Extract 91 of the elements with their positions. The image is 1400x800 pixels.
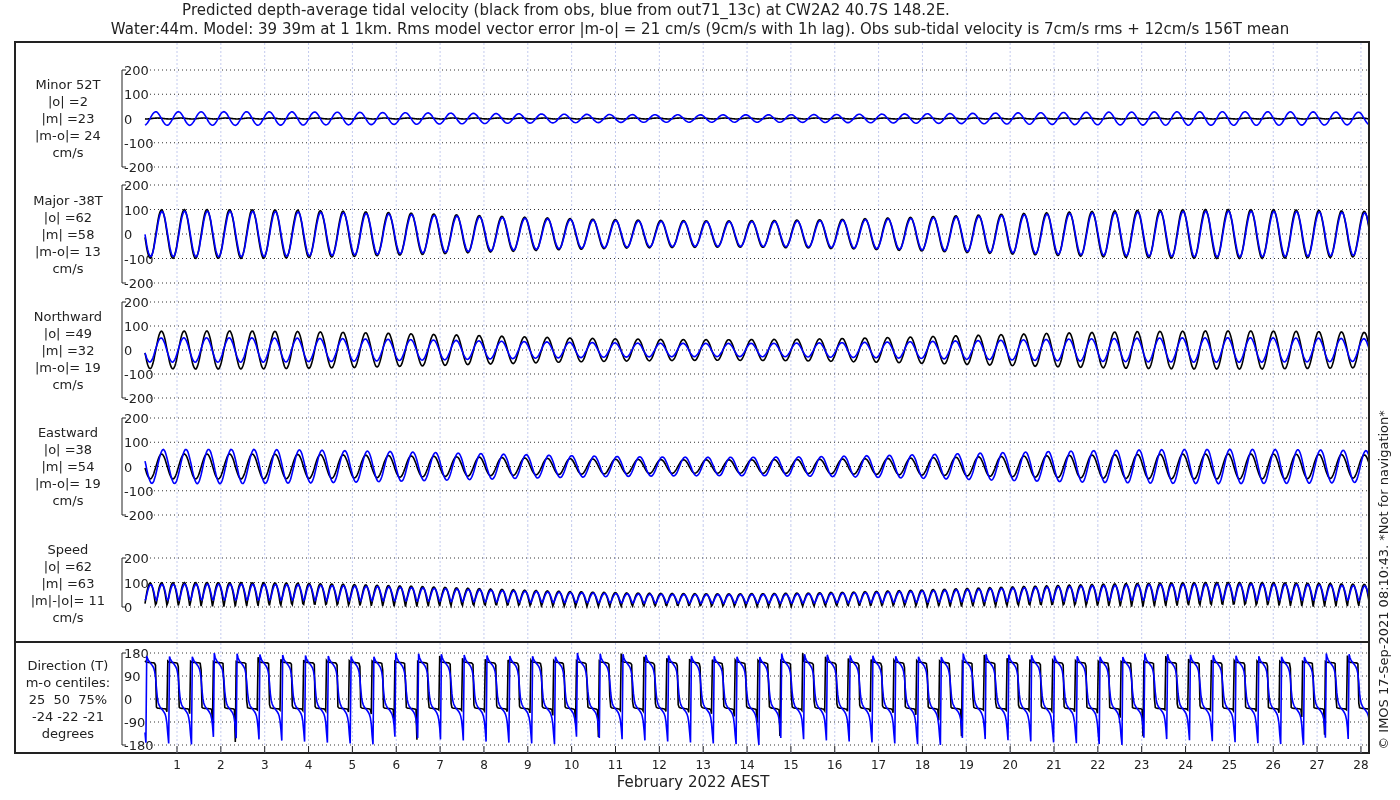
panel-label: |m-o|= 19 — [34, 475, 101, 492]
panel-label: cm/s — [52, 260, 84, 277]
axis-tick-label: 26 — [1265, 758, 1281, 772]
axis-tick-label: 21 — [1046, 758, 1062, 772]
panel-label: |m| =32 — [41, 342, 95, 359]
panel-label: Minor 52T — [35, 76, 101, 93]
panel-label: Major -38T — [33, 192, 103, 209]
axis-tick-label: -200 — [123, 160, 154, 175]
axis-tick-label: 100 — [123, 87, 149, 103]
axis-tick-label: 0 — [123, 343, 133, 358]
axis-tick-label: 200 — [123, 178, 149, 193]
axis-tick-label: -100 — [123, 483, 154, 499]
axis-tick-label: 20 — [1002, 758, 1018, 772]
axis-tick-label: -90 — [123, 715, 146, 730]
axis-tick-label: 24 — [1177, 758, 1194, 772]
axis-line — [121, 557, 127, 608]
panel-label: Speed — [47, 541, 89, 558]
panel-label: Direction (T) — [27, 657, 109, 674]
panel-label: |m-o|= 24 — [34, 127, 101, 144]
axis-tick-label: 100 — [123, 575, 149, 591]
axis-tick-label: 5 — [348, 758, 357, 772]
panel-label: Eastward — [37, 424, 98, 441]
panel-label: |o| =38 — [43, 441, 93, 458]
axis-tick-label: 18 — [914, 758, 931, 772]
panel-label: m-o centiles: — [25, 674, 111, 691]
chart-subtitle: Water:44m. Model: 39 39m at 1 1km. Rms model vector error |m-o| = 21 cm/s (9cm/s with 1h lag). Obs sub-tidal velocity is 7cm/s rms + 12cm/s 156T mean — [110, 20, 1290, 39]
axis-tick-label: 11 — [607, 758, 624, 772]
axis-tick-label: -100 — [123, 135, 154, 151]
panel-label: cm/s — [52, 144, 84, 161]
axis-tick-label: 100 — [123, 435, 149, 451]
panel-label: degrees — [41, 725, 95, 742]
axis-tick-label: 28 — [1353, 758, 1369, 772]
panel-label: |m| =54 — [41, 458, 95, 475]
axis-tick-label: 6 — [392, 758, 401, 772]
axis-tick-label: 90 — [123, 669, 141, 684]
axis-tick-label: 7 — [436, 758, 444, 772]
axis-tick-label: 200 — [123, 551, 149, 566]
axis-tick-label: 13 — [695, 758, 711, 772]
axis-tick-label: 200 — [123, 63, 149, 78]
axis-tick-label: 22 — [1090, 758, 1106, 772]
panel-label: |m|-|o|= 11 — [30, 592, 106, 609]
panel-label: |o| =62 — [43, 209, 93, 226]
panel-label: |m| =58 — [41, 226, 95, 243]
axis-tick-label: 0 — [123, 600, 133, 615]
axis-tick-label: 14 — [739, 758, 755, 772]
panel-label: |o| =2 — [47, 93, 88, 110]
axis-tick-label: 0 — [123, 459, 133, 475]
axis-tick-label: -200 — [123, 276, 154, 291]
axis-tick-label: 4 — [304, 758, 313, 772]
axis-tick-label: 8 — [480, 758, 488, 772]
axis-tick-label: 27 — [1309, 758, 1325, 772]
panel-label: |m-o|= 13 — [34, 243, 101, 260]
panel-label: |m| =23 — [41, 110, 95, 127]
axis-tick-label: -200 — [123, 508, 154, 523]
panel-label: |m| =63 — [41, 575, 95, 592]
axis-tick-label: 1 — [173, 758, 181, 772]
copyright-note: © IMOS 17-Sep-2021 08:10:43. *Not for navigation* — [1375, 409, 1392, 752]
axis-tick-label: 200 — [123, 411, 149, 426]
chart-title: Predicted depth-average tidal velocity (black from obs, blue from out71_13c) at CW2A2 40.7S 148.2E. — [182, 1, 950, 20]
axis-tick-label: 3 — [260, 758, 269, 772]
axis-tick-label: 0 — [123, 111, 133, 127]
panel-label: |o| =49 — [43, 325, 93, 342]
panel-label: cm/s — [52, 492, 84, 509]
axis-tick-label: 25 — [1221, 758, 1238, 772]
axis-tick-label: 200 — [123, 295, 149, 310]
axis-tick-label: -180 — [123, 738, 154, 753]
axis-tick-label: 9 — [524, 758, 532, 772]
axis-tick-label: -100 — [123, 251, 154, 267]
axis-tick-label: 17 — [870, 758, 887, 772]
axis-tick-label: 100 — [123, 202, 149, 218]
panel-label: cm/s — [52, 609, 84, 626]
axis-tick-label: 15 — [783, 758, 799, 772]
panel-label: 25 50 75% — [28, 691, 108, 708]
axis-tick-label: 23 — [1134, 758, 1150, 772]
axis-tick-label: 0 — [123, 227, 133, 242]
axis-label: February 2022 AEST — [616, 774, 770, 791]
axis-tick-label: 12 — [651, 758, 667, 772]
axis-tick-label: 100 — [123, 319, 149, 334]
axis-tick-label: 2 — [217, 758, 225, 772]
panel-label: -24 -22 -21 — [31, 708, 104, 725]
axis-tick-label: 180 — [123, 646, 149, 661]
axis-tick-label: 10 — [564, 758, 580, 772]
axis-tick-label: 16 — [827, 758, 843, 772]
axis-tick-label: 19 — [958, 758, 974, 772]
axis-tick-label: 0 — [123, 692, 133, 707]
panel-label: |m-o|= 19 — [34, 359, 101, 376]
axis-tick-label: -100 — [123, 367, 154, 382]
axis-tick-label: -200 — [123, 391, 154, 406]
panel-label: cm/s — [52, 376, 84, 393]
panel-label: Northward — [33, 308, 103, 325]
panel-label: |o| =62 — [43, 558, 93, 575]
